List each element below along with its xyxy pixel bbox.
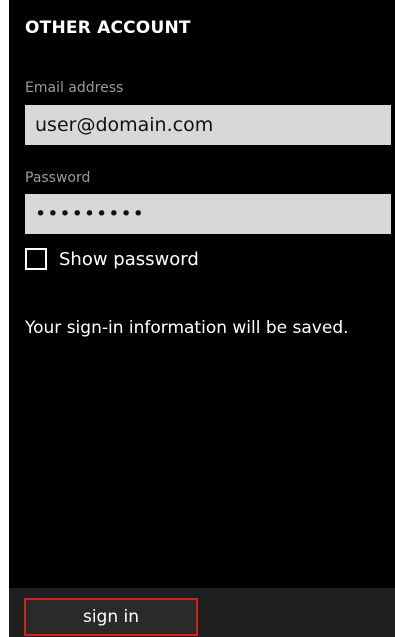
email-field[interactable]: user@domain.com xyxy=(25,105,391,145)
show-password-row[interactable]: Show password xyxy=(25,246,199,272)
app-bar: sign in xyxy=(9,588,395,637)
sign-in-button[interactable]: sign in xyxy=(24,598,198,636)
password-label: Password xyxy=(25,170,91,186)
page-title: OTHER ACCOUNT xyxy=(25,18,191,38)
email-label: Email address xyxy=(25,80,124,96)
account-screen: OTHER ACCOUNT Email address user@domain.… xyxy=(9,0,395,637)
password-field[interactable]: ••••••••• xyxy=(25,194,391,234)
show-password-checkbox[interactable] xyxy=(25,248,47,270)
sign-in-info-text: Your sign-in information will be saved. xyxy=(25,318,349,338)
show-password-label[interactable]: Show password xyxy=(59,249,199,270)
